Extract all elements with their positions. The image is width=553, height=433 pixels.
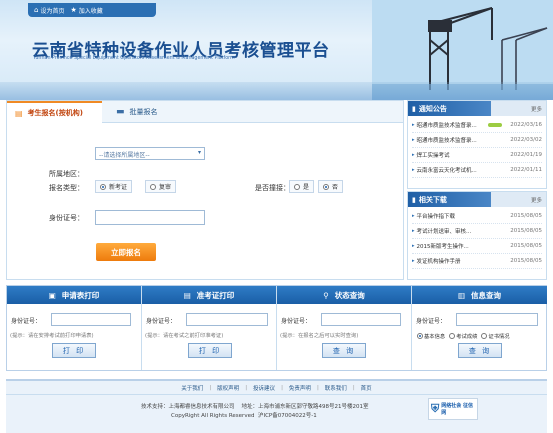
info-basic-radio[interactable]: 基本信息: [417, 332, 445, 340]
list-item[interactable]: 昭通市质监技术监督录...2022/03/16: [412, 118, 542, 133]
star-icon: ★: [70, 6, 77, 14]
type-label: 报名类型：: [49, 184, 84, 192]
info-query-button[interactable]: 查 询: [458, 343, 502, 358]
status-query-button[interactable]: 查 询: [322, 343, 366, 358]
download-icon: ▮: [412, 195, 416, 204]
list-item[interactable]: 2015新版考生操作...2015/08/05: [412, 239, 542, 254]
notice-more-link[interactable]: 更多: [531, 105, 542, 113]
radio-unselected-icon: [294, 183, 300, 190]
status-id-input[interactable]: [321, 313, 401, 326]
footer-link-complaint[interactable]: 投诉建议: [253, 384, 275, 392]
list-item[interactable]: 平台操作指下载2015/08/05: [412, 209, 542, 224]
status-query-section: ⚲ 状态查询 身份证号： (提示：在报名之后可以实时查询) 查 询: [277, 286, 412, 370]
admit-print-button[interactable]: 打 印: [188, 343, 232, 358]
radio-selected-icon: [323, 183, 329, 190]
registration-form: 所属地区： --请选择所属地区-- 报名类型： 新考证 复审 是否撞接： 是 否…: [7, 123, 403, 281]
id-label: 身份证号：: [49, 214, 84, 222]
document-icon: ▤: [15, 108, 23, 118]
folder-icon: ▬: [116, 106, 125, 117]
new-badge: [487, 123, 502, 127]
footer-link-about[interactable]: 关于我们: [181, 384, 203, 392]
info-query-section: ▥ 信息查询 身份证号： 基本信息 考试成绩 证书情况 查 询: [412, 286, 547, 370]
downloads-panel: ▮相关下载 更多 平台操作指下载2015/08/05 考试计划送审、审核...2…: [407, 191, 547, 280]
admit-card-icon: ▤: [183, 290, 191, 300]
list-item[interactable]: 昭通市质监技术监督录...2022/03/02: [412, 133, 542, 148]
list-item[interactable]: 考试计划送审、审核...2015/08/05: [412, 224, 542, 239]
id-number-input[interactable]: [95, 210, 205, 225]
notice-panel: ▮通知公告 更多 昭通市质监技术监督录...2022/03/16 昭通市质监技术…: [407, 100, 547, 189]
info-id-input[interactable]: [456, 313, 538, 326]
apply-print-section: ▣ 申请表打印 身份证号： (提示：请在安排考试前打印申请表) 打 印: [7, 286, 142, 370]
admit-print-section: ▤ 准考证打印 身份证号： (提示：请在考试之前打印准考证) 打 印: [142, 286, 277, 370]
downloads-header: ▮ 相关下载 更多: [408, 192, 546, 207]
radio-unselected-icon: [150, 183, 156, 190]
home-icon: ⌂: [34, 6, 39, 14]
type-new-radio[interactable]: 新考证: [95, 180, 133, 193]
type-renew-radio[interactable]: 复审: [145, 180, 177, 193]
info-type-radios: 基本信息 考试成绩 证书情况: [417, 332, 510, 340]
tab-org-registration[interactable]: ▤ 考生报名(按机构): [7, 101, 102, 123]
footer-link-disclaimer[interactable]: 免责声明: [289, 384, 311, 392]
practice-no-radio[interactable]: 否: [318, 180, 344, 193]
tab-batch-registration[interactable]: ▬ 批量报名: [108, 101, 166, 122]
footer-link-home[interactable]: 首页: [361, 384, 372, 392]
downloads-more-link[interactable]: 更多: [531, 196, 542, 204]
practice-yes-radio[interactable]: 是: [289, 180, 315, 193]
register-now-button[interactable]: 立即报名: [96, 243, 156, 261]
admit-id-input[interactable]: [186, 313, 268, 326]
apply-print-button[interactable]: 打 印: [52, 343, 96, 358]
registration-tabs: ▤ 考生报名(按机构) ▬ 批量报名: [7, 101, 403, 123]
printer-icon: ▣: [48, 290, 56, 300]
footer-link-contact[interactable]: 联系我们: [325, 384, 347, 392]
notice-icon: ▮: [412, 104, 416, 113]
radio-selected-icon: [100, 183, 106, 190]
info-cert-radio[interactable]: 证书情况: [481, 332, 510, 340]
site-header: ⌂ 设为首页 ★ 加入收藏 云南省特种设备作业人员考核管理平台 Yunnan Pro…: [0, 0, 553, 100]
list-item[interactable]: 云南永富云天化考试机...2022/01/11: [412, 163, 542, 178]
credit-badge[interactable]: ⛨ 网络社会 征信网: [428, 398, 478, 420]
list-item[interactable]: 发证机构操作手册2015/08/05: [412, 254, 542, 269]
notice-list: 昭通市质监技术监督录...2022/03/16 昭通市质监技术监督录...202…: [408, 116, 546, 180]
search-icon: ⚲: [323, 290, 329, 300]
water-strip: [0, 82, 553, 100]
top-links-bar: ⌂ 设为首页 ★ 加入收藏: [28, 3, 156, 17]
notice-header: ▮ 通知公告 更多: [408, 101, 546, 116]
site-footer: 关于我们 | 版权声明 | 投诉建议 | 免责声明 | 联系我们 | 首页 技术支持：上海…: [6, 379, 547, 433]
practice-label: 是否撞接：: [255, 184, 290, 192]
footer-link-copyright[interactable]: 版权声明: [217, 384, 239, 392]
main-content: ▤ 考生报名(按机构) ▬ 批量报名 所属地区： --请选择所属地区-- 报名类…: [6, 100, 547, 282]
footer-info: 技术支持：上海都睿信息技术有限公司 地址：上海市浦东新区郭守敬路498号21号楼…: [141, 404, 369, 419]
info-score-radio[interactable]: 考试成绩: [449, 332, 477, 340]
add-favorite-link[interactable]: ★ 加入收藏: [70, 6, 102, 15]
footer-links: 关于我们 | 版权声明 | 投诉建议 | 免责声明 | 联系我们 | 首页: [6, 381, 547, 395]
list-item[interactable]: 焊工实操考试2022/01/19: [412, 148, 542, 163]
shield-icon: ⛨: [431, 402, 440, 415]
set-home-link[interactable]: ⌂ 设为首页: [34, 6, 64, 15]
region-select[interactable]: --请选择所属地区--: [95, 147, 205, 160]
query-bar: ▣ 申请表打印 身份证号： (提示：请在安排考试前打印申请表) 打 印 ▤ 准考证打…: [6, 285, 547, 371]
site-subtitle: Yunnan Province Special Equipment Operat…: [33, 56, 235, 61]
apply-id-input[interactable]: [51, 313, 131, 326]
downloads-list: 平台操作指下载2015/08/05 考试计划送审、审核...2015/08/05…: [408, 207, 546, 271]
info-icon: ▥: [457, 290, 466, 300]
registration-panel: ▤ 考生报名(按机构) ▬ 批量报名 所属地区： --请选择所属地区-- 报名类…: [6, 100, 404, 280]
region-label: 所属地区：: [49, 170, 84, 178]
